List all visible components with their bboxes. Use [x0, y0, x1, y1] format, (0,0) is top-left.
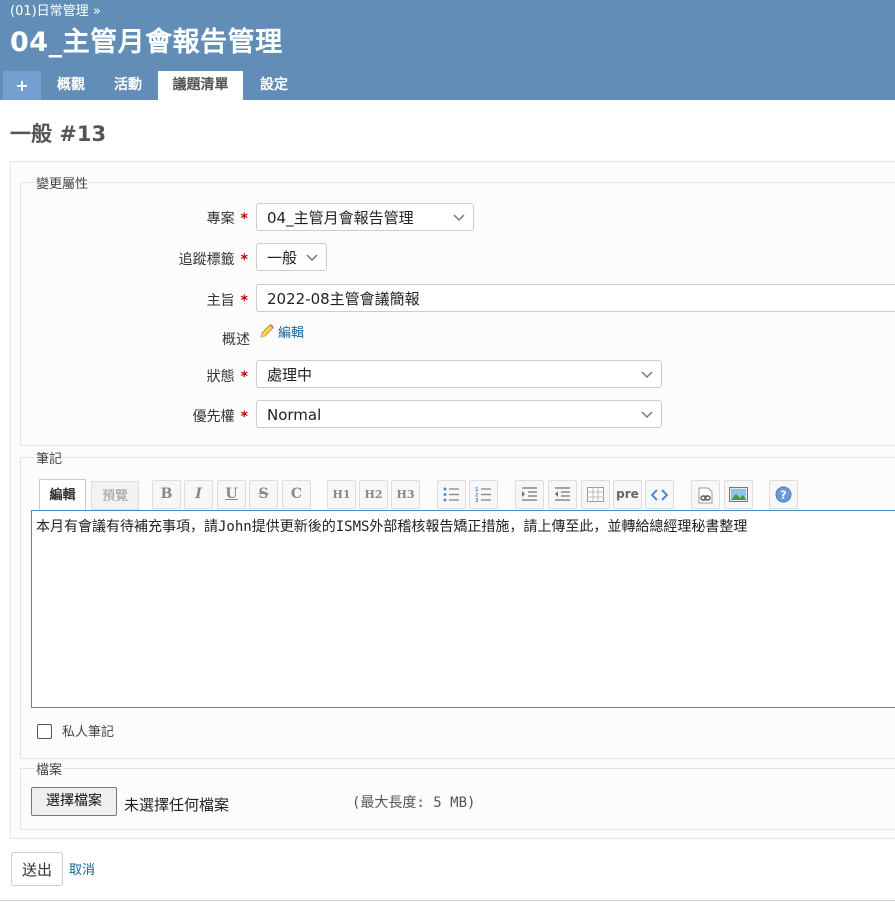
priority-select[interactable]: Normal [256, 400, 662, 428]
files-legend: 檔案 [35, 759, 64, 778]
pencil-icon [258, 323, 276, 344]
attributes-legend: 變更屬性 [35, 173, 90, 192]
heading-3-button[interactable]: H3 [391, 480, 420, 509]
max-size-text: (最大長度: 5 MB) [352, 795, 476, 811]
image-icon[interactable] [724, 480, 753, 509]
tab-issues[interactable]: 議題清單 [158, 71, 243, 100]
footer-divider [0, 900, 895, 901]
private-notes-checkbox[interactable] [37, 724, 52, 739]
subject-label: 主旨 * [206, 293, 248, 309]
tab-preview[interactable]: 預覽 [91, 481, 139, 510]
heading-1-button[interactable]: H1 [327, 480, 356, 509]
svg-text:3: 3 [475, 498, 479, 502]
notes-legend: 筆記 [35, 448, 64, 467]
tracker-label: 追蹤標籤 * [178, 252, 248, 268]
status-select[interactable]: 處理中 [256, 360, 662, 388]
bulleted-list-icon[interactable] [437, 480, 466, 509]
page-title: 一般 #13 [10, 122, 107, 146]
table-icon[interactable] [581, 480, 610, 509]
bold-button[interactable]: B [152, 480, 181, 509]
wiki-link-icon[interactable] [691, 480, 720, 509]
tab-edit[interactable]: 編輯 [39, 479, 86, 510]
italic-button[interactable]: I [184, 480, 213, 509]
indent-right-icon[interactable] [515, 480, 544, 509]
inline-code-button[interactable]: C [282, 480, 311, 509]
preformatted-button[interactable]: pre [613, 480, 642, 509]
strikethrough-button[interactable]: S [249, 480, 278, 509]
description-edit-link[interactable]: 編輯 [258, 322, 304, 344]
notes-textarea[interactable]: 本月有會議有待補充事項，請John提供更新後的ISMS外部稽核報告矯正措施，請上… [31, 510, 895, 708]
submit-button[interactable]: 送出 [11, 852, 63, 886]
tab-overview[interactable]: 概觀 [45, 71, 97, 100]
svg-text:?: ? [780, 489, 786, 502]
numbered-list-icon[interactable]: 123 [469, 480, 498, 509]
no-file-text: 未選擇任何檔案 [124, 796, 230, 814]
project-title[interactable]: 04_主管月會報告管理 [10, 20, 283, 59]
priority-label: 優先權 * [192, 409, 248, 425]
heading-2-button[interactable]: H2 [359, 480, 388, 509]
underline-button[interactable]: U [217, 480, 246, 509]
code-highlight-icon[interactable] [645, 480, 674, 509]
new-object-button[interactable]: + [3, 71, 41, 100]
description-label: 概述 [222, 332, 250, 348]
tracker-select[interactable]: 一般 [256, 243, 327, 271]
help-icon[interactable]: ? [769, 480, 798, 509]
parent-project-link[interactable]: (01)日常管理 » [10, 0, 101, 19]
project-label: 專案 * [206, 211, 248, 227]
private-notes-label: 私人筆記 [62, 725, 115, 740]
cancel-link[interactable]: 取消 [69, 859, 95, 878]
indent-left-icon[interactable] [548, 480, 577, 509]
status-label: 狀態 * [206, 369, 248, 385]
tab-activity[interactable]: 活動 [102, 71, 154, 100]
project-select[interactable]: 04_主管月會報告管理 [256, 203, 474, 231]
choose-file-button[interactable]: 選擇檔案 [31, 787, 117, 816]
subject-input[interactable]: 2022-08主管會議簡報 [256, 284, 895, 312]
tab-settings[interactable]: 設定 [248, 71, 300, 100]
project-header: (01)日常管理 » 04_主管月會報告管理 + 概觀 活動 議題清單 設定 [0, 0, 895, 100]
